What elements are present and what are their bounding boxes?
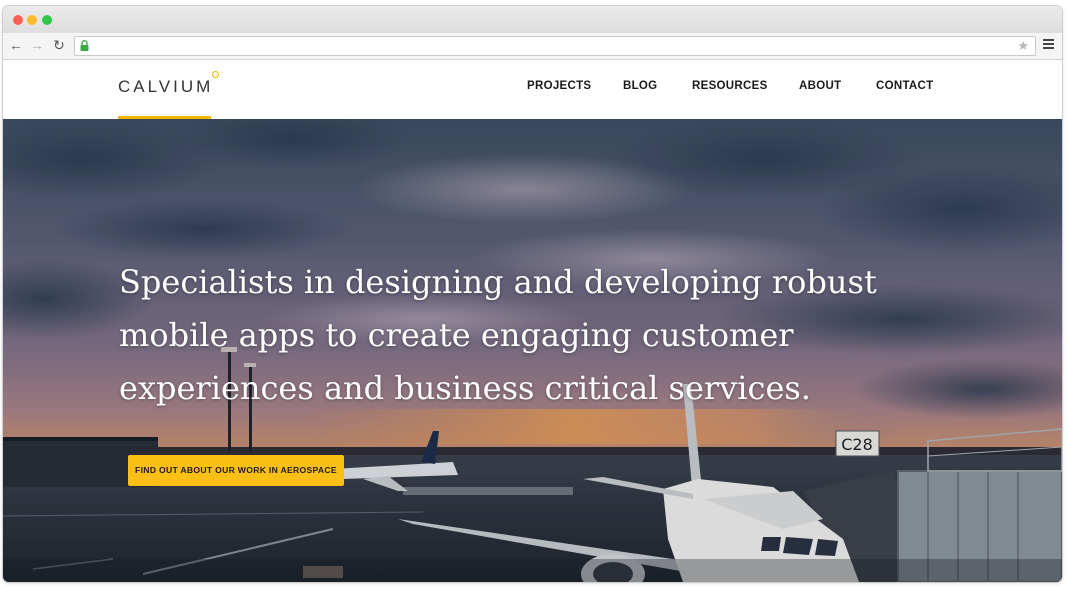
address-bar[interactable]: ★ (74, 36, 1036, 56)
minimize-window-button[interactable] (27, 15, 37, 25)
nav-item-blog[interactable]: BLOG (623, 80, 657, 92)
reload-icon[interactable]: ↻ (51, 37, 67, 53)
nav-item-resources[interactable]: RESOURCES (692, 80, 768, 92)
browser-toolbar: ← → ↻ ★ (3, 33, 1062, 60)
title-bar (3, 6, 1062, 33)
nav-item-contact[interactable]: CONTACT (876, 80, 933, 92)
aerospace-cta-button[interactable]: FIND OUT ABOUT OUR WORK IN AEROSPACE (128, 455, 344, 486)
hero-section: C28 Specialists in designing and develop… (3, 119, 1062, 582)
logo-dot-icon (212, 71, 219, 78)
nav-item-about[interactable]: ABOUT (799, 80, 841, 92)
hero-headline: Specialists in designing and developing … (119, 263, 877, 407)
nav-item-projects[interactable]: PROJECTS (527, 80, 591, 92)
main-nav: PROJECTS BLOG RESOURCES ABOUT CONTACT (3, 80, 1062, 100)
lock-icon (80, 40, 89, 51)
hamburger-menu-icon[interactable] (1043, 39, 1054, 51)
maximize-window-button[interactable] (42, 15, 52, 25)
star-icon[interactable]: ★ (1017, 38, 1029, 54)
browser-window: ← → ↻ ★ CALVIUM PROJECTS BLOG RESOURCES … (3, 6, 1062, 582)
close-window-button[interactable] (13, 15, 23, 25)
arrow-right-icon[interactable]: → (29, 37, 45, 53)
site-header: CALVIUM PROJECTS BLOG RESOURCES ABOUT CO… (3, 60, 1062, 119)
arrow-left-icon[interactable]: ← (8, 37, 24, 53)
